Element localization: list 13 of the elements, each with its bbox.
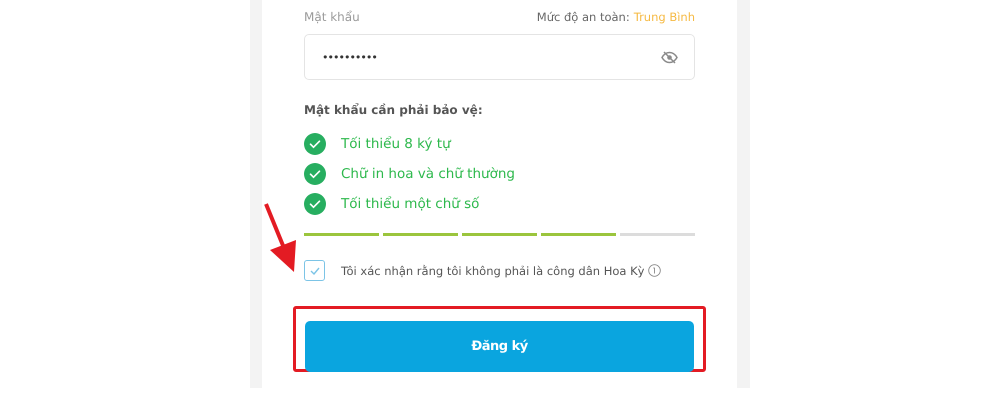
requirement-text: Tối thiểu một chữ số — [341, 196, 480, 212]
consent-checkbox[interactable] — [304, 260, 325, 281]
requirement-text: Tối thiểu 8 ký tự — [341, 136, 451, 152]
strength-value: Trung Bình — [634, 10, 695, 24]
consent-text: Tôi xác nhận rằng tôi không phải là công dân Hoa Kỳ — [341, 264, 644, 278]
field-label: Mật khẩu — [304, 10, 360, 24]
requirement-text: Chữ in hoa và chữ thường — [341, 166, 515, 182]
checkmark-icon — [310, 266, 320, 274]
requirements-title: Mật khẩu cần phải bảo vệ: — [304, 103, 484, 117]
strength-label: Mức độ an toàn: — [536, 10, 630, 24]
eye-slash-icon[interactable] — [661, 50, 678, 64]
password-field[interactable]: •••••••••• — [304, 34, 695, 80]
info-icon[interactable] — [648, 264, 662, 277]
